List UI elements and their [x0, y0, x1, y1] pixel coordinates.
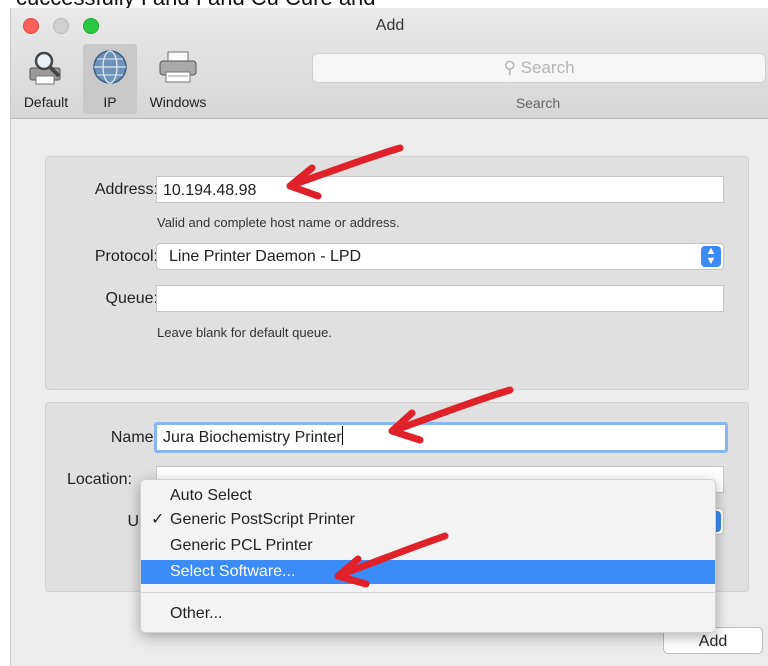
menu-item-generic-pcl[interactable]: Generic PCL Printer [141, 534, 715, 558]
queue-field[interactable] [156, 285, 724, 312]
name-label: Name: [110, 429, 158, 446]
cropped-header-text: cuccessfully I and I and Cu Cure and [0, 0, 768, 8]
menu-item-generic-postscript[interactable]: ✓ Generic PostScript Printer [141, 508, 715, 532]
menu-item-other[interactable]: Other... [141, 602, 715, 626]
address-hint: Valid and complete host name or address. [157, 215, 400, 230]
search-icon: ⚲ [503, 58, 521, 77]
toolbar-ip-label: IP [103, 94, 117, 110]
use-dropdown-menu: Auto Select ✓ Generic PostScript Printer… [140, 479, 716, 633]
protocol-popup[interactable]: Line Printer Daemon - LPD ▲ ▼ [156, 243, 724, 270]
location-label: Location: [67, 471, 132, 488]
menu-item-label: Generic PostScript Printer [170, 511, 355, 528]
text-caret [341, 426, 343, 445]
search-caption: Search [515, 95, 561, 111]
menu-item-label: Select Software... [170, 563, 296, 580]
toolbar-windows-label: Windows [149, 94, 207, 110]
toolbar-windows[interactable]: Windows [143, 44, 213, 114]
menu-item-label: Auto Select [170, 487, 252, 504]
menu-item-label: Generic PCL Printer [170, 537, 313, 554]
protocol-label: Protocol: [94, 248, 158, 265]
address-field[interactable]: 10.194.48.98 [156, 176, 724, 203]
checkmark-icon: ✓ [151, 511, 165, 528]
toolbar: Add Default IP Windows ⚲ Search Search [11, 8, 768, 119]
menu-item-select-software[interactable]: Select Software... [141, 560, 715, 584]
search-placeholder: Search [520, 58, 575, 77]
magnifier-printer-icon [26, 48, 66, 93]
toolbar-default-label: Default [23, 94, 69, 110]
queue-hint: Leave blank for default queue. [157, 325, 332, 340]
queue-label: Queue: [105, 290, 158, 307]
popup-stepper-icon: ▲▼ [701, 246, 721, 267]
menu-item-auto-select[interactable]: Auto Select [141, 484, 715, 508]
window-title: Add [375, 17, 405, 34]
menu-separator [141, 592, 715, 593]
search-input[interactable]: ⚲ Search [312, 53, 766, 83]
globe-icon [91, 48, 129, 91]
printer-icon [157, 48, 199, 91]
menu-item-label: Other... [170, 605, 223, 622]
name-value: Jura Biochemistry Printer [163, 429, 342, 446]
toolbar-ip[interactable]: IP [83, 44, 137, 114]
protocol-value: Line Printer Daemon - LPD [169, 248, 362, 265]
toolbar-default[interactable]: Default [15, 44, 77, 114]
name-field[interactable]: Jura Biochemistry Printer [154, 422, 728, 453]
address-label: Address: [94, 181, 158, 198]
ip-settings-box: Address: 10.194.48.98 Valid and complete… [45, 156, 749, 390]
